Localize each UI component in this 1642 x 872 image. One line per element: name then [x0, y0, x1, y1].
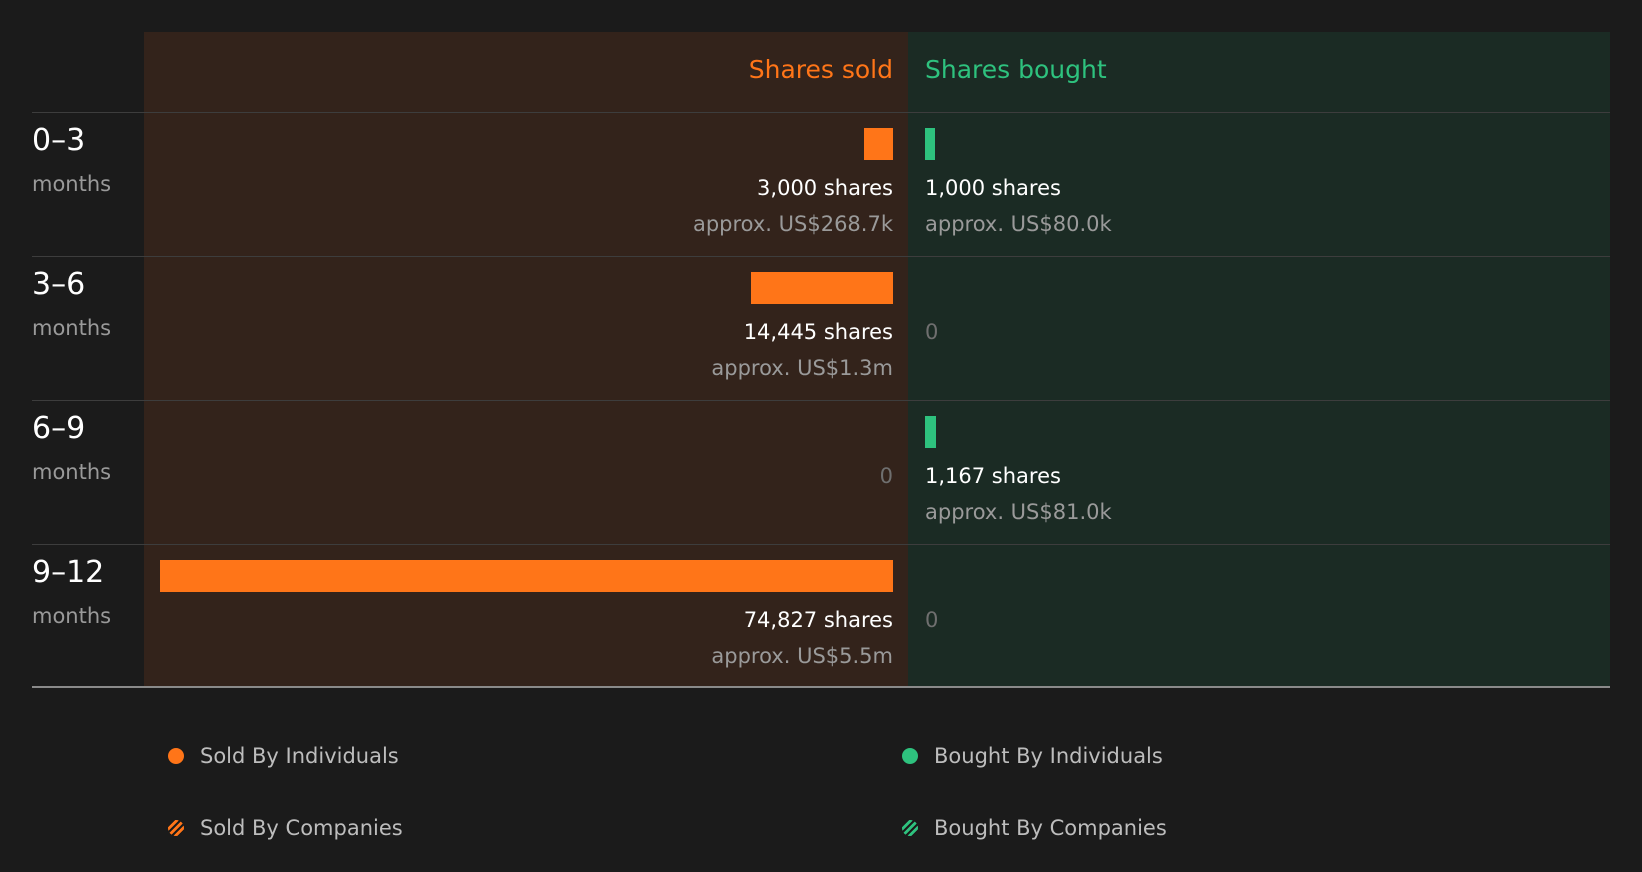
legend-label: Bought By Companies — [934, 816, 1167, 840]
legend-sold-companies: Sold By Companies — [168, 813, 403, 843]
bought-header: Shares bought — [925, 55, 1107, 84]
bought-bar — [925, 128, 935, 160]
legend-swatch-solid-icon — [902, 748, 918, 764]
legend-sold-individuals: Sold By Individuals — [168, 741, 399, 771]
row-divider — [32, 112, 1610, 113]
sold-approx-label: approx. US$268.7k — [692, 212, 893, 236]
period-unit: months — [32, 604, 112, 628]
chart-baseline — [32, 686, 1610, 688]
sold-shares-label: 3,000 shares — [757, 176, 893, 200]
legend-label: Sold By Individuals — [200, 744, 399, 768]
sold-shares-label: 14,445 shares — [743, 320, 893, 344]
sold-header: Shares sold — [748, 55, 893, 84]
row-divider — [32, 544, 1610, 545]
legend-swatch-hatched-icon — [168, 820, 184, 836]
legend-bought-individuals: Bought By Individuals — [902, 741, 1163, 771]
legend-swatch-hatched-icon — [902, 820, 918, 836]
period-label: 3–6 — [32, 267, 86, 302]
sold-shares-label: 74,827 shares — [743, 608, 893, 632]
legend-label: Sold By Companies — [200, 816, 403, 840]
bought-zero-label: 0 — [925, 320, 939, 344]
row-divider — [32, 400, 1610, 401]
bought-column-background — [908, 32, 1610, 686]
period-label: 9–12 — [32, 555, 105, 590]
sold-zero-label: 0 — [879, 464, 893, 488]
bought-bar — [925, 416, 937, 448]
legend-swatch-solid-icon — [168, 748, 184, 764]
bought-shares-label: 1,167 shares — [925, 464, 1061, 488]
bought-approx-label: approx. US$81.0k — [925, 500, 1112, 524]
sold-bar — [751, 272, 893, 304]
period-unit: months — [32, 316, 112, 340]
period-label: 6–9 — [32, 411, 86, 446]
period-label: 0–3 — [32, 123, 86, 158]
legend-bought-companies: Bought By Companies — [902, 813, 1167, 843]
sold-bar — [160, 560, 893, 592]
sold-approx-label: approx. US$5.5m — [711, 644, 893, 668]
legend-label: Bought By Individuals — [934, 744, 1163, 768]
sold-approx-label: approx. US$1.3m — [711, 356, 893, 380]
bought-shares-label: 1,000 shares — [925, 176, 1061, 200]
period-unit: months — [32, 172, 112, 196]
bought-approx-label: approx. US$80.0k — [925, 212, 1112, 236]
period-unit: months — [32, 460, 112, 484]
row-divider — [32, 256, 1610, 257]
sold-bar — [863, 128, 893, 160]
bought-zero-label: 0 — [925, 608, 939, 632]
